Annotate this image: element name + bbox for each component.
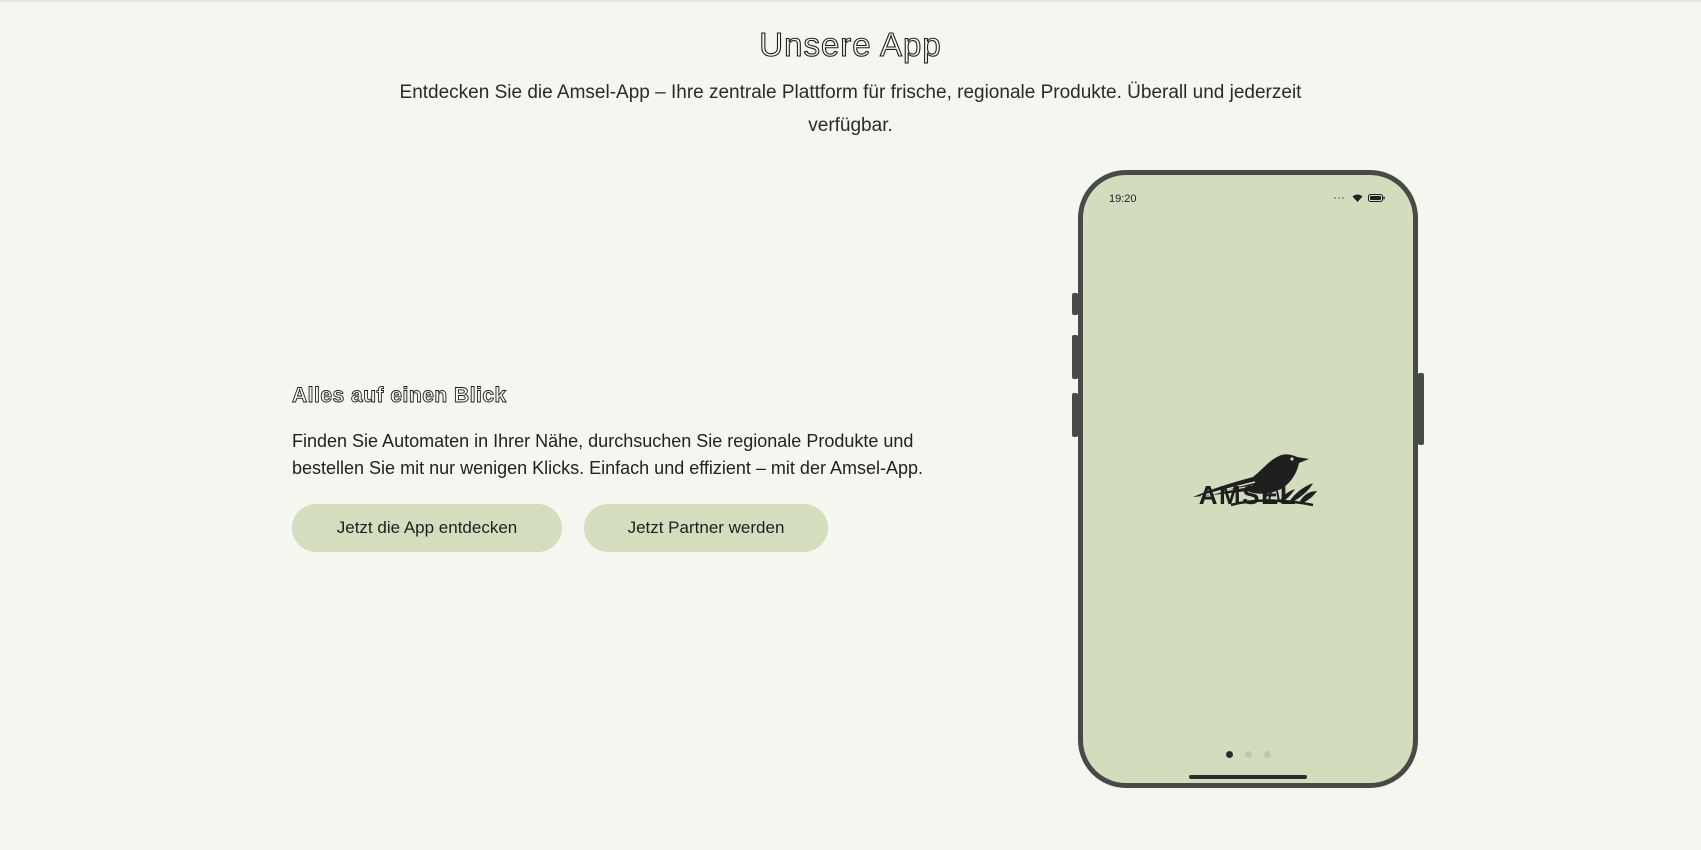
app-section-header: Unsere App Entdecken Sie die Amsel-App –… (0, 25, 1701, 142)
carousel-dot[interactable] (1244, 751, 1252, 758)
phone-silent-switch (1072, 293, 1078, 315)
discover-app-button[interactable]: Jetzt die App entdecken (292, 504, 562, 552)
status-bar-icons (1333, 194, 1385, 202)
phone-volume-up-button (1072, 335, 1078, 379)
feature-section: Alles auf einen Blick Finden Sie Automat… (292, 384, 972, 552)
feature-title: Alles auf einen Blick (292, 384, 507, 408)
battery-icon (1368, 194, 1385, 202)
top-divider (0, 0, 1701, 2)
phone-mockup: 19:20 AMSEL (1072, 170, 1424, 788)
phone-power-button (1418, 373, 1424, 445)
phone-volume-down-button (1072, 393, 1078, 437)
page-subtitle: Entdecken Sie die Amsel-App – Ihre zentr… (399, 82, 1302, 136)
feature-description: Finden Sie Automaten in Ihrer Nähe, durc… (292, 431, 923, 478)
amsel-logo-text: AMSEL (1198, 480, 1298, 510)
become-partner-button[interactable]: Jetzt Partner werden (584, 504, 828, 552)
carousel-dot[interactable] (1263, 751, 1271, 758)
carousel-dots (1083, 751, 1413, 758)
status-bar-time: 19:20 (1109, 193, 1137, 205)
signal-icon (1334, 197, 1344, 199)
carousel-dot-active[interactable] (1225, 751, 1233, 758)
page-title: Unsere App (759, 25, 942, 63)
home-indicator (1189, 775, 1307, 779)
wifi-icon (1352, 194, 1363, 202)
cta-button-group: Jetzt die App entdecken Jetzt Partner we… (292, 504, 972, 552)
